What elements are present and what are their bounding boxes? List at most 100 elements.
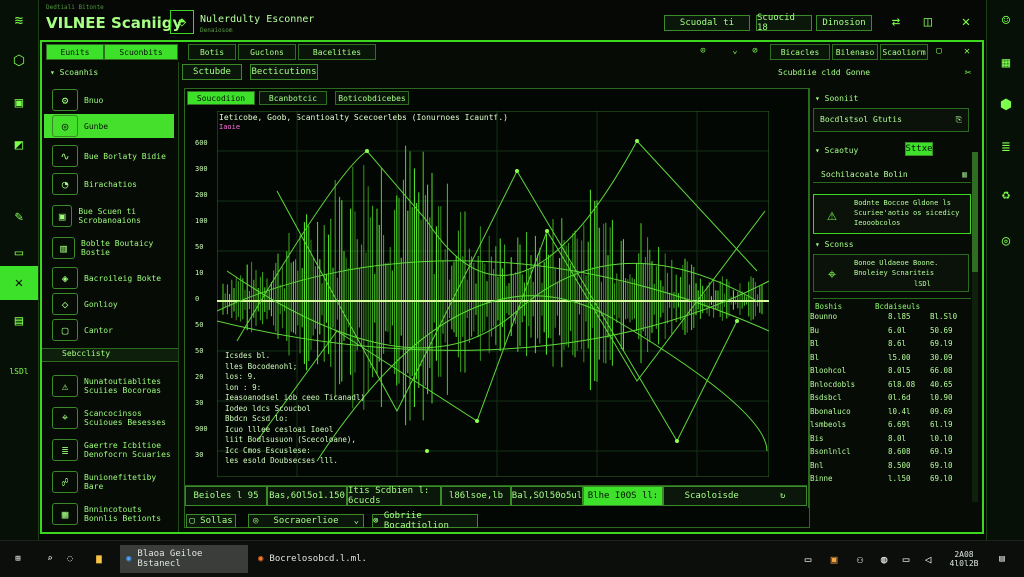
scrollbar[interactable] [972,152,978,502]
status-cell-2[interactable]: Bas,6Ol5o1.150 [267,486,347,506]
bottom-button-1[interactable]: ▢ Sollas [186,514,236,528]
top-button-1[interactable]: Scuodal ti [664,15,750,31]
volume-icon[interactable]: ◁ [920,545,936,573]
table-row[interactable]: Bl 8.6l 69.l9 [810,339,966,352]
recycle-icon[interactable]: ♻ [987,176,1024,214]
brush-icon[interactable]: ✎ [0,200,38,234]
table-row[interactable]: Bnl 8.500 69.l0 [810,461,966,474]
table-cell: Bl [810,352,820,362]
table-row[interactable]: Binne l.l50 69.l0 [810,474,966,487]
menu-tab-5[interactable]: Bacelities [298,44,376,60]
table-row[interactable]: Bsdsbcl 0l.6d l0.90 [810,393,966,406]
table-row[interactable]: Bloohcol 8.0l5 66.08 [810,366,966,379]
plot-tab-1[interactable]: Soucodiion [187,91,255,105]
windows-start-icon[interactable]: ⊞ [8,545,28,573]
status-cell-6[interactable]: Blhe I0OS ll: [583,486,663,506]
table-row[interactable]: Bounno 8.l85 Bl.Sl0 [810,312,966,325]
table-row[interactable]: Bis 8.0l l0.l0 [810,434,966,447]
sidebar-card-5[interactable]: ▦ Bnnincotouts Bonnlis Betionts [44,500,174,528]
sidebar-item-8[interactable]: ◇ Gonlioy [44,292,174,316]
box-icon: ▦ [52,503,78,525]
hamburger-icon[interactable]: ≋ [0,4,38,38]
terminal-icon[interactable]: ▤ [0,304,38,338]
sidebar-item-6[interactable]: ▥ Boblte Boutaicy Bostie [44,236,174,260]
top-button-3[interactable]: Dinosion [816,15,872,31]
sidebar-item-5[interactable]: ▣ Bue Scuen ti Scrobanoaions [44,204,174,228]
sidebar-item-1[interactable]: ⚙ Bnuo [44,88,174,112]
keyboard-icon[interactable]: ▭ [800,545,816,573]
sidebar-card-4[interactable]: ☍ Bunionefitetiby Bare [44,468,174,496]
window-control-1[interactable]: Bicacles [770,44,830,60]
sidebar-item-3[interactable]: ∿ Bue Borlaty Bidie [44,144,174,168]
sidebar-item-4[interactable]: ◔ Birachatios [44,172,174,196]
task-view-icon[interactable]: ◌ [62,545,78,573]
swap-icon[interactable]: ⇄ [886,12,906,32]
window-control-2[interactable]: Bilenaso [832,44,878,60]
lock-icon[interactable]: ⊙ [696,44,710,58]
sidebar-item-2[interactable]: ◎ Gunbe [44,114,174,138]
code-line: Icuo lllee cesloai Ioeol [225,424,334,434]
globe-icon[interactable]: ◍ [876,545,892,573]
table-row[interactable]: Bu 6.0l 50.69 [810,326,966,339]
toolbar-tab-1[interactable]: Sctubde [182,64,242,80]
window-icon[interactable]: ▣ [0,86,38,120]
taskbar-app-1[interactable]: ◉ Blaoa Geiloe Bstanecl [120,545,248,573]
user-icon[interactable]: ☺ [987,2,1024,40]
info-card[interactable]: ⌖ Bonoe Uldaeoe Boone. Bnoleiey Scnarite… [813,254,969,292]
window-close-icon[interactable]: ✕ [960,44,974,58]
sidebar-item-9[interactable]: ▢ Cantor [44,318,174,342]
calendar-icon[interactable]: ▦ [987,44,1024,82]
document-icon[interactable]: ≣ [987,128,1024,166]
status-cell-4[interactable]: l86lsoe,lb [441,486,511,506]
photos-icon[interactable]: ▣ [826,545,842,573]
bottom-dropdown[interactable]: ◎ Socraoerlioe ⌄ [248,514,364,528]
maximize-icon[interactable]: ▢ [932,44,946,58]
status-cell-7[interactable]: Scaoloisde ↻ [663,486,807,506]
close-icon[interactable]: ✕ [956,12,976,32]
status-cell-5[interactable]: Bal,SOl50o5ul [511,486,583,506]
table-row[interactable]: Bsonlnlcl 8.608 69.l9 [810,447,966,460]
folder-icon[interactable]: ▆ [88,545,110,573]
target-icon[interactable]: ◎ [987,222,1024,260]
status-cell-3[interactable]: Itis Scdbien l: 6cucds [347,486,441,506]
plot-tab-3[interactable]: Boticobdicebes [335,91,409,105]
sidebar-card-3[interactable]: ≣ Gaertre Icbitioe Denofocrn Scuaries [44,436,174,464]
table-row[interactable]: Bnlocdobls 6l8.08 40.65 [810,380,966,393]
top-button-2[interactable]: Scuocid 18 [756,13,812,33]
settings-icon[interactable]: ⊘ [748,44,762,58]
toolbar-tab-2[interactable]: Becticutions [250,64,318,80]
sidebar-card-1[interactable]: ⚠ Nunatoutiablites Scuiies Bocoroas [44,372,174,400]
menu-tab-3[interactable]: Botis [188,44,236,60]
hex-icon[interactable]: ⬡ [0,44,38,78]
status-cell-1[interactable]: Beioles l 95 [185,486,267,506]
notification-icon[interactable]: ▤ [992,545,1012,573]
sidebar-card-2[interactable]: ⌖ Scancocinsos Scuioues Besesses [44,404,174,432]
cube-icon[interactable]: ⬢ [987,86,1024,124]
tools-icon[interactable]: ✂ [960,64,976,80]
chevron-down-icon[interactable]: ⌄ [728,44,742,58]
menu-tab-1[interactable]: Eunits [46,44,104,60]
sidebar-item-7[interactable]: ◈ Bacroileig Bokte [44,266,174,290]
square-icon[interactable]: ▭ [0,236,38,270]
status-badge[interactable]: Sttxe [905,142,933,156]
network-icon[interactable]: ⚇ [852,545,868,573]
taskbar-app-2[interactable]: ◉ Bocrelosobcd.l.ml. [254,545,374,573]
plot-tab-2[interactable]: Bcanbotcic [259,91,327,105]
tools-icon[interactable]: ✕ [0,266,38,300]
toolbar-right-1[interactable]: Scubdiie cldd [778,68,841,77]
bottom-button-3[interactable]: ⊗ Gobriie Bocadtiolion [372,511,478,531]
clock[interactable]: 2A08 4l0l2B [944,545,984,573]
menu-tab-2[interactable]: Scuonbits [104,44,178,60]
table-row[interactable]: lsmbeols 6.69l 6l.l9 [810,420,966,433]
window-control-3[interactable]: Scaoliorm [880,44,928,60]
right-field-1[interactable]: Bocdlstsol Gtutis ⎘ [813,108,969,132]
search-icon[interactable]: ⌕ [40,545,60,573]
chat-icon[interactable]: ◫ [918,12,938,32]
battery-icon[interactable]: ▭ [898,545,914,573]
menu-tab-4[interactable]: Guclons [238,44,296,60]
toolbar-right-2[interactable]: Gonne [846,68,870,77]
alert-card[interactable]: ⚠ Bodnte Boccoe Gldone ls Scuriee'aotio … [813,194,971,234]
table-row[interactable]: Bl l5.00 30.09 [810,353,966,366]
tag-icon[interactable]: ◩ [0,128,38,162]
table-row[interactable]: Bbonaluco l0.4l 09.69 [810,407,966,420]
